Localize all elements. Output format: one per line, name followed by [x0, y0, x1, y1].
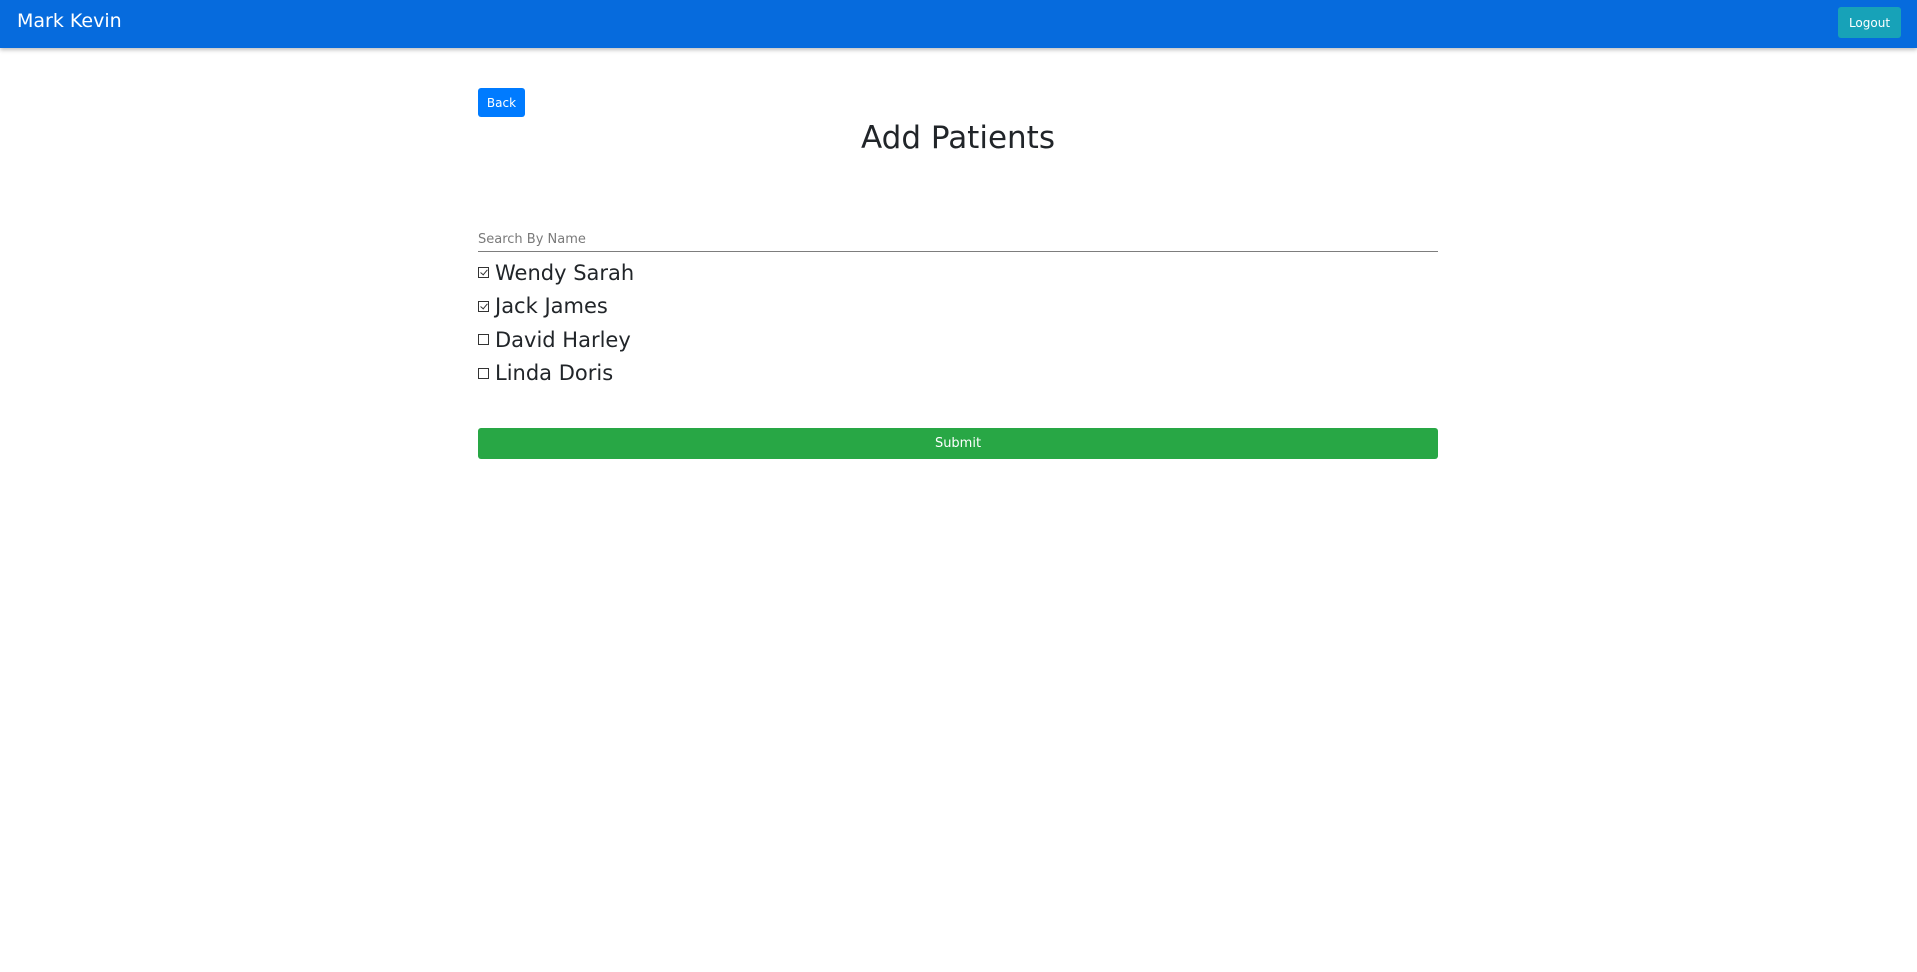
- patient-name: Wendy Sarah: [495, 260, 635, 285]
- logout-button[interactable]: Logout: [1838, 7, 1901, 38]
- main-content: Back Add Patients Wendy Sarah Jack James…: [478, 0, 1438, 972]
- patient-checkbox[interactable]: [478, 300, 489, 312]
- user-name: Mark Kevin: [17, 10, 122, 32]
- patient-list: Wendy Sarah Jack James David Harley Lind…: [478, 256, 1438, 390]
- back-button[interactable]: Back: [478, 88, 525, 117]
- patient-name: Linda Doris: [495, 361, 614, 386]
- patient-item[interactable]: Wendy Sarah: [478, 256, 1438, 290]
- patient-checkbox[interactable]: [478, 334, 489, 346]
- patient-item[interactable]: Jack James: [478, 290, 1438, 324]
- patient-checkbox[interactable]: [478, 367, 489, 379]
- patient-item[interactable]: David Harley: [478, 323, 1438, 357]
- page-title: Add Patients: [861, 120, 1055, 156]
- search-input[interactable]: [478, 227, 1438, 252]
- patient-item[interactable]: Linda Doris: [478, 357, 1438, 391]
- patient-name: David Harley: [495, 327, 631, 352]
- submit-button[interactable]: Submit: [478, 428, 1438, 459]
- patient-name: Jack James: [495, 294, 608, 319]
- patient-checkbox[interactable]: [478, 267, 489, 279]
